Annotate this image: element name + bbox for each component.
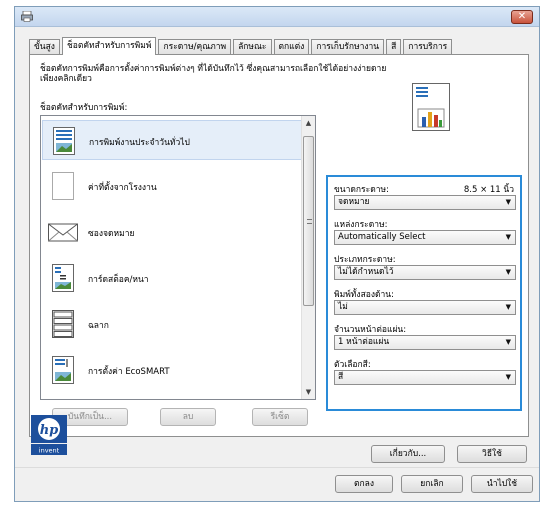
shortcut-factory-defaults[interactable]: ค่าที่ตั้งจากโรงงาน <box>42 166 302 206</box>
tab-advanced[interactable]: ขั้นสูง <box>29 39 60 55</box>
reset-button[interactable]: รีเซ็ต <box>252 408 308 426</box>
chevron-down-icon: ▼ <box>505 233 511 241</box>
delete-button[interactable]: ลบ <box>160 408 216 426</box>
paper-size-dimensions: 8.5 × 11 นิ้ว <box>463 185 514 195</box>
shortcut-label: ซองจดหมาย <box>88 229 135 239</box>
paper-type-label: ประเภทกระดาษ: <box>334 255 396 265</box>
paper-size-value: จดหมาย <box>338 197 370 207</box>
paper-source-label: แหล่งกระดาษ: <box>334 220 388 230</box>
cardstock-icon <box>52 264 74 292</box>
printer-icon <box>21 11 33 22</box>
ecosmart-icon <box>52 356 74 384</box>
printer-properties-window: ✕ ขั้นสูง ช็อตคัทสำหรับการพิมพ์ กระดาษ/ค… <box>14 6 540 502</box>
apply-button[interactable]: นำไปใช้ <box>471 475 533 493</box>
divider <box>15 467 539 468</box>
shortcut-envelopes[interactable]: ซองจดหมาย <box>42 212 302 252</box>
shortcut-label: ค่าที่ตั้งจากโรงงาน <box>88 183 157 193</box>
ok-button[interactable]: ตกลง <box>335 475 393 493</box>
duplex-label: พิมพ์ทั้งสองด้าน: <box>334 290 394 300</box>
logo-text: invent <box>39 447 60 455</box>
shortcut-label: การพิมพ์งานประจำวันทั่วไป <box>89 138 190 148</box>
close-button[interactable]: ✕ <box>511 10 533 24</box>
shortcut-properties-box: ขนาดกระดาษ: 8.5 × 11 นิ้ว จดหมาย ▼ แหล่ง… <box>326 175 522 411</box>
tab-strip: ขั้นสูง ช็อตคัทสำหรับการพิมพ์ กระดาษ/คุณ… <box>29 37 454 55</box>
chevron-down-icon: ▼ <box>505 338 511 346</box>
shortcut-cardstock[interactable]: การ์ดสต็อค/หนา <box>42 258 302 298</box>
duplex-select[interactable]: ไม่ ▼ <box>334 300 516 315</box>
chevron-down-icon: ▼ <box>505 373 511 381</box>
paper-size-select[interactable]: จดหมาย ▼ <box>334 195 516 210</box>
paper-size-label: ขนาดกระดาษ: <box>334 185 389 195</box>
pages-per-sheet-label: จำนวนหน้าต่อแผ่น: <box>334 325 407 335</box>
chevron-down-icon: ▼ <box>505 268 511 276</box>
tab-printing-shortcuts[interactable]: ช็อตคัทสำหรับการพิมพ์ <box>61 37 157 55</box>
factory-defaults-icon <box>52 172 74 200</box>
tab-finishing[interactable]: ตกแต่ง <box>273 39 310 55</box>
panel-description: ช็อตคัทการพิมพ์คือการตั้งค่าการพิมพ์ต่าง… <box>40 64 387 84</box>
tab-effects[interactable]: ลักษณะ <box>233 39 272 55</box>
duplex-value: ไม่ <box>338 302 348 312</box>
paper-source-select[interactable]: Automatically Select ▼ <box>334 230 516 245</box>
shortcuts-scrollbar[interactable]: ▲ ▼ <box>301 116 315 399</box>
shortcut-ecosmart[interactable]: การตั้งค่า EcoSMART <box>42 350 302 390</box>
shortcuts-panel: ช็อตคัทการพิมพ์คือการตั้งค่าการพิมพ์ต่าง… <box>29 54 529 437</box>
shortcuts-list-label: ช็อตคัทสำหรับการพิมพ์: <box>40 103 128 113</box>
page-preview-icon <box>412 83 450 131</box>
shortcut-everyday-printing[interactable]: การพิมพ์งานประจำวันทั่วไป <box>42 120 302 160</box>
tab-color[interactable]: สี <box>386 39 402 55</box>
paper-type-value: ไม่ได้กำหนดไว้ <box>338 267 394 277</box>
cancel-button[interactable]: ยกเลิก <box>401 475 463 493</box>
svg-text:hp: hp <box>40 423 59 438</box>
paper-source-value: Automatically Select <box>338 232 426 242</box>
chevron-down-icon: ▼ <box>505 303 511 311</box>
chevron-down-icon: ▼ <box>505 198 511 206</box>
envelope-icon <box>48 223 78 242</box>
shortcut-labels[interactable]: ฉลาก <box>42 304 302 344</box>
shortcut-label: การ์ดสต็อค/หนา <box>88 275 149 285</box>
shortcuts-list[interactable]: การพิมพ์งานประจำวันทั่วไป ค่าที่ตั้งจากโ… <box>40 115 316 400</box>
scroll-up-arrow-icon[interactable]: ▲ <box>302 116 315 130</box>
paper-type-select[interactable]: ไม่ได้กำหนดไว้ ▼ <box>334 265 516 280</box>
color-options-select[interactable]: สี ▼ <box>334 370 516 385</box>
scroll-thumb[interactable] <box>303 136 314 306</box>
color-options-label: ตัวเลือกสี: <box>334 360 371 370</box>
hp-logo: hp invent <box>31 415 67 455</box>
help-button[interactable]: วิธีใช้ <box>457 445 527 463</box>
everyday-print-icon <box>53 127 75 155</box>
scroll-down-arrow-icon[interactable]: ▼ <box>302 385 315 399</box>
title-bar: ✕ <box>15 7 539 27</box>
tab-services[interactable]: การบริการ <box>403 39 453 55</box>
pages-per-sheet-value: 1 หน้าต่อแผ่น <box>338 337 390 347</box>
color-options-value: สี <box>338 372 344 382</box>
shortcut-label: การตั้งค่า EcoSMART <box>88 367 170 377</box>
tab-job-storage[interactable]: การเก็บรักษางาน <box>311 39 385 55</box>
shortcut-label: ฉลาก <box>88 321 109 331</box>
labels-icon <box>52 310 74 338</box>
about-button[interactable]: เกี่ยวกับ... <box>371 445 445 463</box>
pages-per-sheet-select[interactable]: 1 หน้าต่อแผ่น ▼ <box>334 335 516 350</box>
tab-paper-quality[interactable]: กระดาษ/คุณภาพ <box>158 39 232 55</box>
